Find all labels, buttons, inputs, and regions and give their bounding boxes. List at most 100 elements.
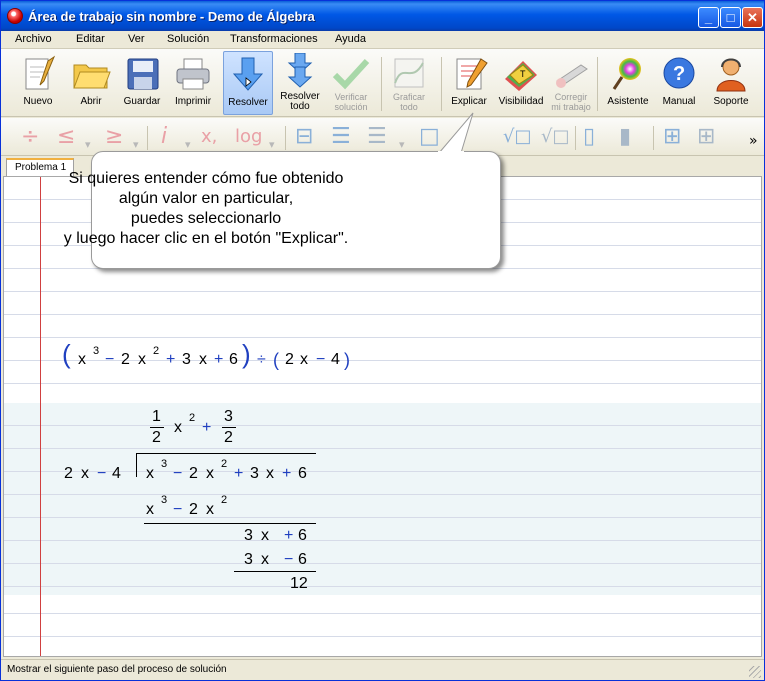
term-x: x [300,351,308,368]
exponent: 3 [161,494,168,506]
operator: − [105,351,115,368]
imaginary-button[interactable]: i [161,124,167,150]
support-label: Soporte [713,96,749,107]
close-paren: ) [344,350,350,370]
app-icon[interactable] [7,8,23,24]
assistant-button[interactable]: Asistente [601,51,655,115]
final-remainder: 12 [290,575,308,592]
exponent: 2 [221,494,228,506]
menu-editar[interactable]: Editar [76,33,105,45]
separator [381,57,382,111]
menu-archivo[interactable]: Archivo [15,33,52,45]
separator [575,126,576,150]
divisor-term: x [81,465,89,482]
explain-button[interactable]: Explicar [445,51,493,115]
subtrahend-term: x [146,501,154,518]
exponent: 2 [153,345,160,357]
fraction-layout-icon[interactable]: ⊟ [295,124,313,150]
close-paren: ) [242,339,251,369]
operator: − [284,551,294,568]
dropdown-arrow-icon[interactable]: ▾ [85,132,91,158]
double-down-arrow-icon [287,53,313,88]
graph-all-button[interactable]: Graficar todo [384,51,434,115]
menu-ayuda[interactable]: Ayuda [335,33,366,45]
visibility-button[interactable]: T Visibilidad [495,51,547,115]
coefficient: 2 [285,351,294,368]
print-label: Imprimir [174,96,212,107]
checkmark-icon [332,58,370,90]
subtrahend-term: 3 [244,551,253,568]
remainder-term: 6 [298,527,307,544]
open-button[interactable]: Abrir [65,51,117,115]
coefficient: 2 [121,351,130,368]
bracket-gray-icon[interactable]: ▮ [619,124,631,150]
exponent: 3 [93,345,100,357]
dividend-term: x [206,465,214,482]
verify-solution-button[interactable]: Verificar solución [325,51,377,115]
expression-line[interactable]: ( x 3 − 2 x 2 + 3 x + 6 ) ÷ ( 2 x − 4 ) [4,337,404,377]
less-equal-button[interactable]: ≤ [57,124,75,150]
menu-solucion[interactable]: Solución [167,33,209,45]
support-button[interactable]: Soporte [705,51,757,115]
stack-layout-icon[interactable]: ☰ [331,124,351,150]
close-button[interactable]: ✕ [742,7,763,28]
floppy-disk-icon [127,58,159,90]
operator: + [282,465,292,482]
print-button[interactable]: Imprimir [167,51,219,115]
subtraction-line [234,571,316,572]
matrix-gray-icon[interactable]: ⊞ [697,124,715,150]
exponent: 2 [189,412,196,424]
separator [597,57,598,111]
colored-cards-icon: T [505,61,537,91]
sqrt-gray-icon[interactable]: √□ [541,124,569,150]
operator: − [173,465,183,482]
bracket-box-icon[interactable]: ▯ [583,124,595,150]
term-x: x [138,351,146,368]
folder-icon [73,64,111,89]
subtraction-line [144,523,316,524]
operator: + [214,351,224,368]
main-toolbar: Nuevo Abrir Guardar Imprimir Resolver Re… [1,49,764,117]
fraction-bar [150,427,164,428]
operator: − [173,501,183,518]
manual-button[interactable]: ? Manual [655,51,703,115]
stack-gray-icon[interactable]: ☰ [367,124,387,150]
fraction-numerator: 3 [224,408,233,425]
sqrt-box-icon[interactable]: √□ [503,124,531,150]
svg-text:?: ? [673,63,685,85]
fraction-numerator: 1 [152,408,161,425]
constant: 4 [331,351,340,368]
minimize-button[interactable]: _ [698,7,719,28]
balloon-text: Si quieres entender cómo fue obtenido al… [1,169,411,249]
operator: + [284,527,294,544]
division-bracket-side [136,453,137,477]
separator [653,126,654,150]
toolbar-overflow-button[interactable]: » [749,128,758,154]
divisor-term: − [97,465,107,482]
dividend-term: 3 [250,465,259,482]
greater-equal-button[interactable]: ≥ [105,124,123,150]
matrix-icon[interactable]: ⊞ [663,124,681,150]
title-bar[interactable]: Área de trabajo sin nombre - Demo de Álg… [1,1,764,31]
solve-all-button[interactable]: Resolver todo [275,51,325,115]
menu-transformaciones[interactable]: Transformaciones [230,33,318,45]
subscript-x-button[interactable]: x, [201,124,217,150]
long-division[interactable]: 1 2 x 2 + 3 2 2 x − 4 x 3 − 2 x 2 + 3 x … [4,403,404,595]
subtrahend-term: x [206,501,214,518]
save-button[interactable]: Guardar [117,51,167,115]
log-button[interactable]: log [235,124,262,150]
new-label: Nuevo [23,96,53,107]
correct-work-label: Corregir mi trabajo [551,92,591,112]
divide-button[interactable]: ÷ [21,124,39,150]
resize-grip[interactable] [749,666,761,678]
menu-ver[interactable]: Ver [128,33,145,45]
subtrahend-term: 2 [189,501,198,518]
maximize-button[interactable]: □ [720,7,741,28]
constant: 6 [229,351,238,368]
new-button[interactable]: Nuevo [11,51,65,115]
correct-work-button[interactable]: Corregir mi trabajo [547,51,595,115]
subtrahend-term: 6 [298,551,307,568]
solve-button[interactable]: Resolver [223,51,273,115]
down-arrow-icon [232,57,264,91]
operator: − [316,351,326,368]
